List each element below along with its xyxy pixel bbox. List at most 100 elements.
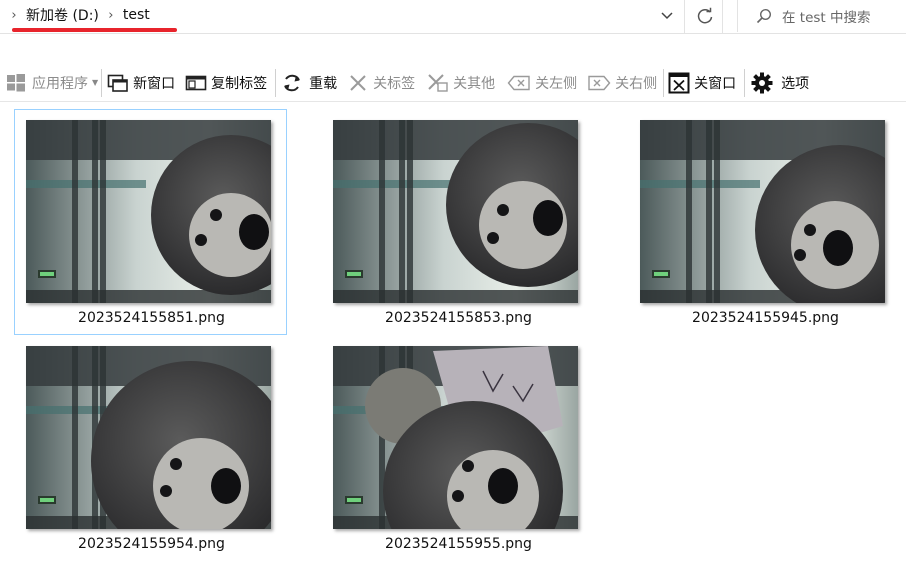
close-right-label: 关右侧 xyxy=(615,75,658,92)
options-label: 选项 xyxy=(781,75,810,92)
close-others-button[interactable]: 关其他 xyxy=(427,68,495,98)
copy-tab-icon xyxy=(185,75,207,90)
bear-nose xyxy=(823,230,853,266)
caret-down-icon: ▼ xyxy=(92,78,99,87)
options-button[interactable]: 选项 xyxy=(751,68,809,98)
file-tile-4[interactable]: 2023524155954.png xyxy=(14,335,287,561)
rail xyxy=(640,180,760,188)
separator xyxy=(275,68,277,97)
image-thumbnail xyxy=(333,346,578,529)
bear-eye xyxy=(497,204,509,216)
floor xyxy=(333,290,578,303)
door-frame xyxy=(72,120,78,303)
copy-tab-button[interactable]: 复制标签 xyxy=(185,68,267,98)
bear-eye xyxy=(210,209,222,221)
search-placeholder: 在 test 中搜索 xyxy=(782,10,871,26)
door-frame xyxy=(407,120,413,303)
divider xyxy=(722,0,723,34)
new-window-button[interactable]: 新窗口 xyxy=(107,68,175,98)
refresh-button[interactable] xyxy=(690,3,720,29)
file-name: 2023524155945.png xyxy=(692,310,839,326)
bear-eye xyxy=(462,460,474,472)
search-input[interactable]: 在 test 中搜索 xyxy=(737,0,906,32)
close-icon xyxy=(350,74,366,91)
door-frame xyxy=(686,120,692,303)
close-left-icon xyxy=(507,75,530,90)
breadcrumb-item-drive[interactable]: 新加卷 (D:) xyxy=(22,5,103,25)
breadcrumb-item-folder[interactable]: test xyxy=(119,7,154,23)
copy-tab-label: 复制标签 xyxy=(211,75,268,92)
rail xyxy=(26,180,146,188)
image-thumbnail xyxy=(26,346,271,529)
exit-sign-light xyxy=(40,272,54,276)
close-tab-button[interactable]: 关标签 xyxy=(349,68,415,98)
image-thumbnail xyxy=(333,120,578,303)
close-window-button[interactable]: 关窗口 xyxy=(668,68,736,98)
door-frame xyxy=(100,120,106,303)
bear-eye xyxy=(195,234,207,246)
image-thumbnail xyxy=(640,120,885,303)
close-window-label: 关窗口 xyxy=(694,75,737,92)
annotation-underline xyxy=(12,28,177,32)
breadcrumb: › 新加卷 (D:) › test xyxy=(6,0,154,30)
chevron-down-icon xyxy=(661,12,673,20)
close-right-icon xyxy=(588,75,611,90)
door-frame xyxy=(92,120,98,303)
door-frame xyxy=(714,120,720,303)
file-tile-1[interactable]: 2023524155851.png xyxy=(14,109,287,335)
file-tile-5[interactable]: 2023524155955.png xyxy=(321,335,594,561)
bear-eye xyxy=(170,458,182,470)
reload-label: 重载 xyxy=(309,75,338,92)
windows-logo-icon xyxy=(7,73,25,91)
toolbar: 应用程序 ▼ 新窗口 复制标签 重载 关标签 关其他 关左侧 关右侧 关窗口 选… xyxy=(0,64,906,102)
exit-sign-light xyxy=(347,272,361,276)
door-frame xyxy=(706,120,712,303)
close-right-button[interactable]: 关右侧 xyxy=(587,68,657,98)
exit-sign-light xyxy=(654,272,668,276)
separator xyxy=(101,68,103,97)
close-window-icon xyxy=(668,72,690,93)
refresh-icon xyxy=(697,7,713,24)
file-name: 2023524155853.png xyxy=(385,310,532,326)
new-window-icon xyxy=(107,74,128,92)
gear-icon xyxy=(751,72,773,93)
bear-nose xyxy=(488,468,518,504)
image-thumbnail xyxy=(26,120,271,303)
exit-sign-light xyxy=(40,498,54,502)
file-name: 2023524155955.png xyxy=(385,536,532,552)
bear-nose xyxy=(239,214,269,250)
close-tab-label: 关标签 xyxy=(373,75,416,92)
reload-icon xyxy=(284,74,301,91)
door-frame xyxy=(72,346,78,529)
bear-nose xyxy=(211,468,241,504)
close-others-label: 关其他 xyxy=(453,75,496,92)
address-history-dropdown[interactable] xyxy=(655,4,679,28)
bear-eye xyxy=(794,249,806,261)
close-left-label: 关左侧 xyxy=(535,75,578,92)
close-others-icon xyxy=(428,73,448,92)
separator xyxy=(744,68,746,97)
app-programs-label: 应用程序 xyxy=(32,75,88,92)
new-window-label: 新窗口 xyxy=(133,75,176,92)
file-tile-2[interactable]: 2023524155853.png xyxy=(321,109,594,335)
bear-eye xyxy=(160,485,172,497)
chevron-right-icon[interactable]: › xyxy=(6,8,22,23)
bear-eye xyxy=(452,490,464,502)
exit-sign-light xyxy=(347,498,361,502)
address-bar: › 新加卷 (D:) › test 在 test 中搜索 xyxy=(0,0,906,34)
bear-eye xyxy=(487,232,499,244)
door-frame xyxy=(399,120,405,303)
chevron-right-icon[interactable]: › xyxy=(103,8,119,23)
rail xyxy=(333,180,453,188)
separator xyxy=(663,68,665,97)
file-name: 2023524155851.png xyxy=(78,310,225,326)
app-programs-button[interactable]: 应用程序 ▼ xyxy=(6,68,98,98)
search-icon xyxy=(756,8,772,24)
close-left-button[interactable]: 关左侧 xyxy=(507,68,577,98)
file-grid: 2023524155851.png 2023524155853.png 2023… xyxy=(0,103,906,564)
file-name: 2023524155954.png xyxy=(78,536,225,552)
file-tile-3[interactable]: 2023524155945.png xyxy=(628,109,901,335)
bear-eye xyxy=(804,224,816,236)
bear-nose xyxy=(533,200,563,236)
reload-button[interactable]: 重载 xyxy=(281,68,337,98)
